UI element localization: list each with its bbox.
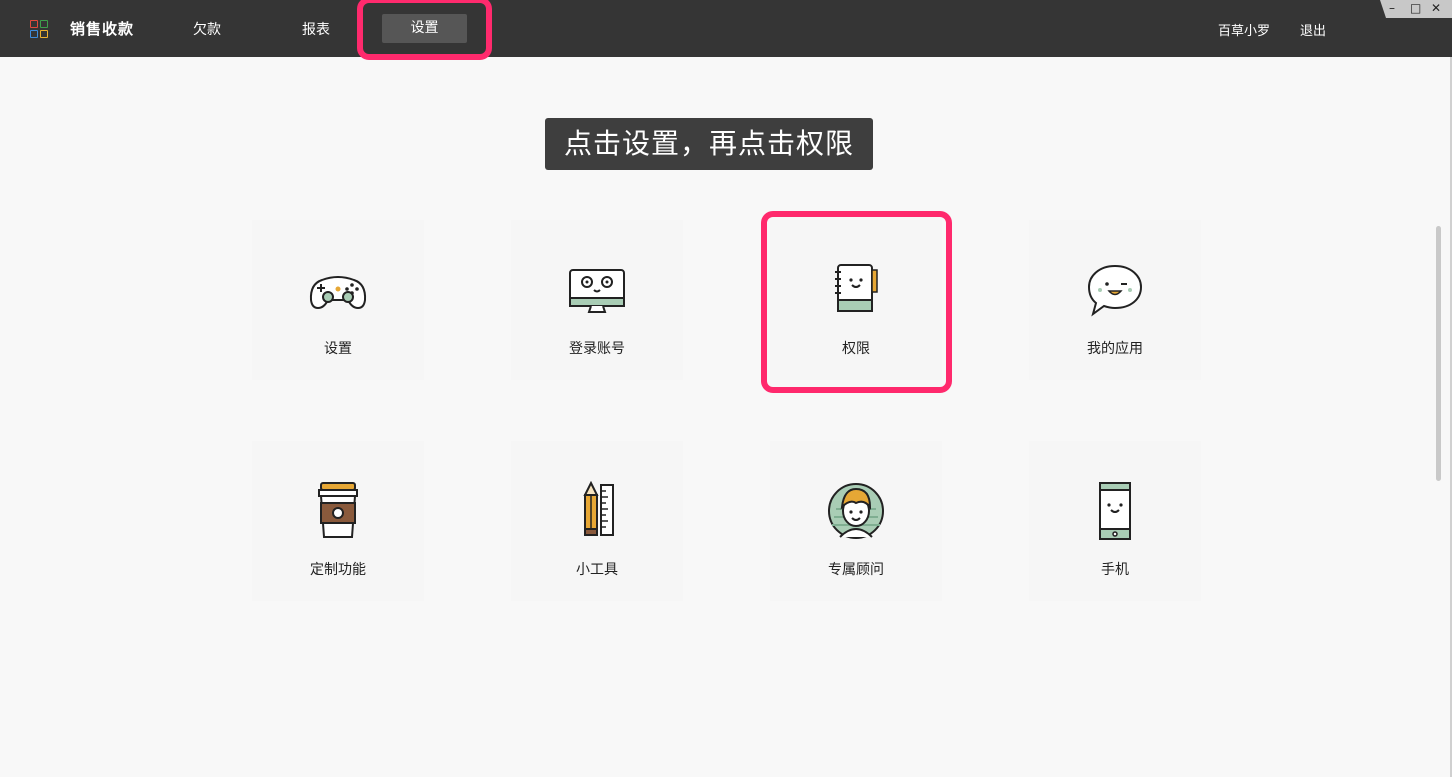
chat-bubble-icon <box>1087 264 1143 317</box>
card-my-apps[interactable]: 我的应用 <box>1029 220 1201 380</box>
maximize-icon[interactable]: □ <box>1410 1 1421 15</box>
card-label: 专属顾问 <box>828 562 884 578</box>
minimize-icon[interactable]: – <box>1389 1 1395 15</box>
card-label: 小工具 <box>576 562 618 578</box>
card-label: 我的应用 <box>1087 341 1143 357</box>
card-login-account[interactable]: 登录账号 <box>511 220 683 380</box>
nav-debt[interactable]: 欠款 <box>193 19 221 39</box>
coffee-cup-icon <box>318 482 358 538</box>
nav-report[interactable]: 报表 <box>302 19 330 39</box>
user-name[interactable]: 百草小罗 <box>1218 20 1270 39</box>
card-custom-features[interactable]: 定制功能 <box>252 441 424 601</box>
card-settings[interactable]: 设置 <box>252 220 424 380</box>
monitor-icon <box>569 269 625 313</box>
close-icon[interactable]: ✕ <box>1431 1 1441 15</box>
card-label: 手机 <box>1101 562 1129 578</box>
pencil-ruler-icon <box>583 481 614 536</box>
settings-tab-highlight <box>357 0 492 60</box>
gamepad-icon <box>309 276 367 310</box>
scrollbar[interactable] <box>1436 226 1441 481</box>
app-title[interactable]: 销售收款 <box>70 18 134 39</box>
advisor-avatar-icon <box>828 483 884 539</box>
app-logo-icon <box>30 20 48 38</box>
card-advisor[interactable]: 专属顾问 <box>770 441 942 601</box>
permissions-card-highlight <box>761 211 952 393</box>
card-label: 设置 <box>324 341 352 357</box>
window-controls: – □ ✕ <box>1380 0 1452 18</box>
top-bar: 销售收款 欠款 报表 设置 百草小罗 退出 – □ ✕ <box>0 0 1452 57</box>
card-label: 登录账号 <box>569 341 625 357</box>
phone-icon <box>1099 482 1131 540</box>
instruction-banner: 点击设置，再点击权限 <box>545 118 873 170</box>
card-tools[interactable]: 小工具 <box>511 441 683 601</box>
card-phone[interactable]: 手机 <box>1029 441 1201 601</box>
card-label: 定制功能 <box>310 562 366 578</box>
logout-link[interactable]: 退出 <box>1300 20 1326 39</box>
